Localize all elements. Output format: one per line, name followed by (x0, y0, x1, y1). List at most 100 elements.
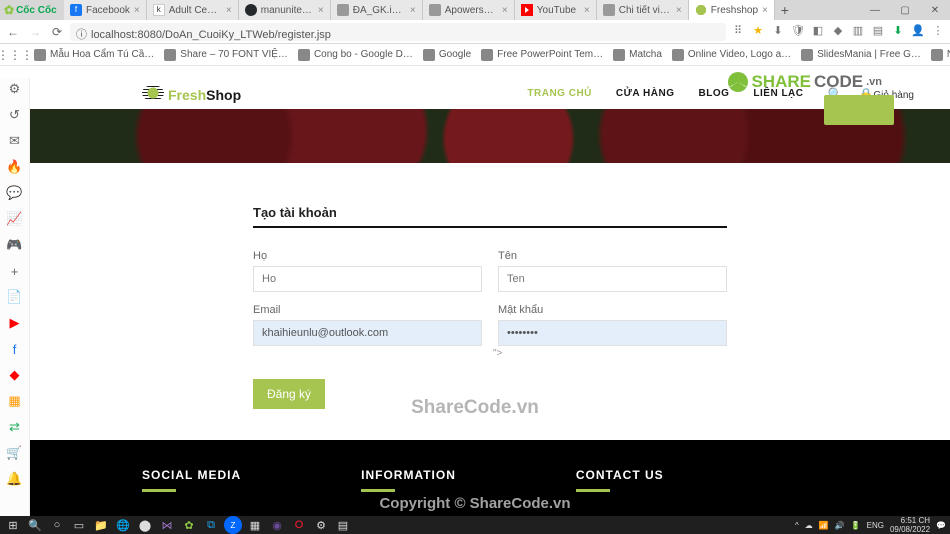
tab-freshshop[interactable]: Freshshop× (689, 0, 775, 20)
vscode-icon[interactable]: ⧉ (202, 516, 220, 534)
close-icon[interactable]: × (318, 5, 324, 16)
ten-input[interactable] (498, 266, 727, 292)
tab-da-gk[interactable]: ĐA_GK.ipyn…× (331, 0, 423, 20)
mail-icon[interactable]: ✉ (6, 132, 24, 150)
forward-button[interactable]: → (26, 23, 44, 41)
add-icon[interactable]: + (6, 262, 24, 280)
vs-icon[interactable]: ⋈ (158, 516, 176, 534)
ext-icon[interactable]: ▤ (870, 24, 886, 40)
nav-contact[interactable]: LIÊN LẠC (753, 88, 803, 99)
tab-apowersoft[interactable]: Apowersoft…× (423, 0, 515, 20)
battery-icon[interactable]: 🔋 (851, 521, 861, 530)
shield-icon[interactable]: 🛡 (790, 24, 806, 40)
clock[interactable]: 6:51 CH 09/08/2022 (890, 516, 930, 534)
ext-icon[interactable]: ▥ (850, 24, 866, 40)
volume-icon[interactable]: 🔊 (835, 521, 845, 530)
adobe-icon[interactable]: ◆ (6, 366, 24, 384)
history-icon[interactable]: ↺ (6, 106, 24, 124)
chart-icon[interactable]: 📈 (6, 210, 24, 228)
opera-icon[interactable]: O (290, 516, 308, 534)
pass-input[interactable] (498, 320, 727, 346)
wifi-icon[interactable]: 📶 (819, 521, 829, 530)
tray-chevron-icon[interactable]: ^ (795, 521, 799, 530)
search-button[interactable]: 🔍 (26, 516, 44, 534)
lang-label[interactable]: ENG (867, 521, 884, 530)
taskview-button[interactable]: ▭ (70, 516, 88, 534)
bookmark-item[interactable]: Google (423, 49, 471, 61)
tab-chitiet[interactable]: Chi tiết vide…× (597, 0, 689, 20)
ho-input[interactable] (253, 266, 482, 292)
profile-avatar-icon[interactable]: 👤 (910, 24, 926, 40)
youtube-icon (521, 4, 533, 16)
youtube-icon[interactable]: ▶ (6, 314, 24, 332)
apps-button[interactable]: ⋮⋮⋮ (6, 46, 24, 64)
chrome-icon[interactable]: ⬤ (136, 516, 154, 534)
maximize-button[interactable]: ▢ (890, 5, 920, 16)
fire-icon[interactable]: 🔥 (6, 158, 24, 176)
app-icon[interactable]: ▦ (246, 516, 264, 534)
bookmark-item[interactable]: Neon Quake Logo A… (931, 49, 950, 61)
browser-menu-button[interactable]: ⋮ (930, 24, 946, 40)
site-info-icon[interactable]: ⓘ (76, 29, 87, 41)
ext-icon[interactable]: ◧ (810, 24, 826, 40)
bookmark-item[interactable]: Cong bo - Google D… (298, 49, 413, 61)
notes-icon[interactable]: 📄 (6, 288, 24, 306)
close-icon[interactable]: × (584, 5, 590, 16)
explorer-icon[interactable]: 📁 (92, 516, 110, 534)
gear-icon[interactable]: ⚙ (6, 80, 24, 98)
tab-youtube[interactable]: YouTube× (515, 0, 597, 20)
bell-icon[interactable]: 🔔 (6, 470, 24, 488)
bookmark-item[interactable]: SlidesMania | Free G… (801, 49, 921, 61)
coccoc-icon[interactable]: ✿ (180, 516, 198, 534)
swap-icon[interactable]: ⇄ (6, 418, 24, 436)
translate-icon[interactable]: ⠿ (730, 24, 746, 40)
gamepad-icon[interactable]: 🎮 (6, 236, 24, 254)
close-icon[interactable]: × (762, 5, 768, 16)
zalo-icon[interactable]: Z (224, 516, 242, 534)
app-icon[interactable]: ▤ (334, 516, 352, 534)
new-tab-button[interactable]: + (775, 0, 795, 20)
cortana-button[interactable]: ○ (48, 516, 66, 534)
tab-facebook[interactable]: fFacebook× (64, 0, 147, 20)
messenger-icon[interactable]: 💬 (6, 184, 24, 202)
nav-blog[interactable]: BLOG (699, 88, 730, 99)
minimize-button[interactable]: — (860, 5, 890, 16)
nav-home[interactable]: TRANG CHỦ (527, 88, 592, 99)
facebook-icon[interactable]: f (6, 340, 24, 358)
register-button[interactable]: Đăng ký (253, 379, 325, 409)
url-input[interactable]: ⓘlocalhost:8080/DoAn_CuoiKy_LTWeb/regist… (70, 23, 726, 41)
eclipse-icon[interactable]: ◉ (268, 516, 286, 534)
site-logo[interactable]: FreshShop (142, 85, 241, 103)
bookmark-item[interactable]: Online Video, Logo a… (672, 49, 791, 61)
tab-adult-census[interactable]: kAdult Censu…× (147, 0, 239, 20)
close-icon[interactable]: × (134, 5, 140, 16)
tab-manunited[interactable]: manunited-…× (239, 0, 331, 20)
close-window-button[interactable]: ✕ (920, 5, 950, 16)
bookmark-item[interactable]: Mẫu Hoa Cẩm Tú Cầ… (34, 49, 154, 61)
field-email: Email (253, 304, 482, 346)
edge-icon[interactable]: 🌐 (114, 516, 132, 534)
nav-shop[interactable]: CỬA HÀNG (616, 88, 675, 99)
close-icon[interactable]: × (226, 5, 232, 16)
cart-icon[interactable]: 🛒 (6, 444, 24, 462)
ext-icon[interactable]: ◆ (830, 24, 846, 40)
star-icon[interactable]: ★ (750, 24, 766, 40)
bookmark-item[interactable]: Free PowerPoint Tem… (481, 49, 603, 61)
ext-savior-icon[interactable]: ⬇ (890, 24, 906, 40)
cloud-icon[interactable]: ☁ (805, 521, 813, 530)
start-button[interactable]: ⊞ (4, 516, 22, 534)
bookmark-icon (298, 49, 310, 61)
bookmark-item[interactable]: Share – 70 FONT VIỆ… (164, 49, 288, 61)
window-controls: — ▢ ✕ (860, 0, 950, 20)
app-icon[interactable]: ▦ (6, 392, 24, 410)
email-input[interactable] (253, 320, 482, 346)
back-button[interactable]: ← (4, 23, 22, 41)
close-icon[interactable]: × (676, 5, 682, 16)
close-icon[interactable]: × (410, 5, 416, 16)
settings-icon[interactable]: ⚙ (312, 516, 330, 534)
notifications-button[interactable]: 💬 (936, 521, 946, 530)
bookmark-item[interactable]: Matcha (613, 49, 662, 61)
reload-button[interactable]: ⟳ (48, 23, 66, 41)
close-icon[interactable]: × (502, 5, 508, 16)
download-icon[interactable]: ⬇ (770, 24, 786, 40)
